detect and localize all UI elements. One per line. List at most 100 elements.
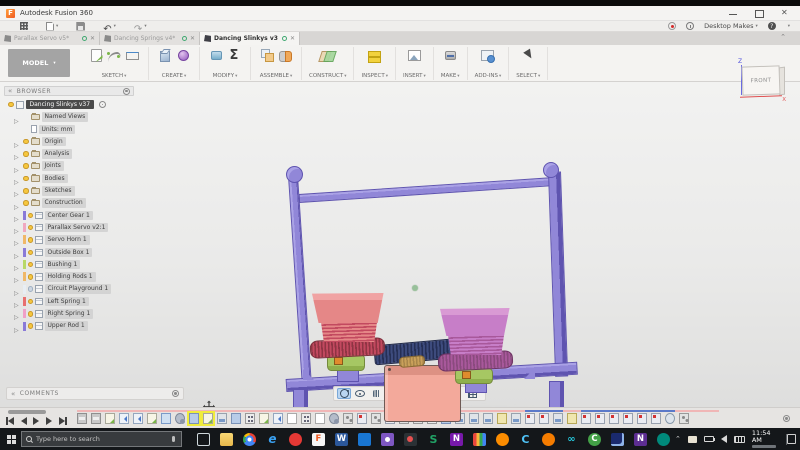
timeline-feature-icon[interactable]	[385, 413, 395, 424]
expand-arrow-icon[interactable]	[14, 317, 21, 336]
zoom-tool-icon[interactable]	[385, 388, 399, 399]
alert-app-icon[interactable]	[491, 428, 514, 450]
timeline-feature-icon[interactable]	[371, 413, 381, 424]
blue-app-icon[interactable]	[353, 428, 376, 450]
center-gear-rack[interactable]	[373, 339, 452, 366]
timeline-feature-icon[interactable]	[203, 413, 213, 424]
layout-grid-icon[interactable]	[446, 388, 463, 399]
form-icon[interactable]	[176, 48, 191, 63]
browser-item[interactable]: Joints	[14, 161, 134, 171]
visibility-bulb-icon[interactable]	[28, 311, 34, 317]
press-pull-icon[interactable]	[209, 48, 224, 63]
go-to-start-button[interactable]	[6, 416, 15, 426]
visibility-bulb-icon[interactable]	[28, 262, 34, 268]
visibility-bulb-icon[interactable]	[23, 176, 29, 182]
tray-clock[interactable]: 11:54 AM	[752, 430, 777, 448]
toolbar-group-label[interactable]: CONSTRUCT	[309, 73, 346, 79]
taskbar-search[interactable]: Type here to search	[21, 431, 182, 447]
timeline-feature-icon[interactable]	[273, 413, 283, 424]
image-icon[interactable]	[407, 48, 422, 63]
toolbar-group-label[interactable]: CREATE	[162, 73, 187, 79]
browser-item[interactable]: Sketches	[14, 186, 134, 196]
browser-item[interactable]: Named Views	[14, 112, 134, 122]
timeline-feature-icon[interactable]	[595, 413, 605, 424]
visibility-bulb-icon[interactable]	[28, 213, 34, 219]
stats-app-icon[interactable]	[606, 428, 629, 450]
task-view-icon[interactable]	[192, 428, 215, 450]
display-settings-icon[interactable]	[427, 388, 444, 399]
visibility-bulb-icon[interactable]	[23, 139, 29, 145]
look-at-tool-icon[interactable]	[353, 388, 367, 399]
toolbar-group-label[interactable]: ADD-INS	[475, 73, 502, 79]
timeline-zoom-slider[interactable]	[8, 410, 46, 414]
timeline-feature-icon[interactable]	[441, 413, 451, 424]
toolbar-group-label[interactable]: ASSEMBLE	[260, 73, 293, 79]
tray-folder-icon[interactable]	[688, 436, 697, 443]
red-app-icon[interactable]	[284, 428, 307, 450]
timeline-feature-icon[interactable]	[301, 413, 311, 424]
timeline-feature-icon[interactable]	[91, 413, 101, 424]
expand-arrow-icon[interactable]	[14, 108, 21, 127]
browser-item[interactable]: Construction	[14, 198, 134, 208]
component-icon[interactable]	[260, 48, 275, 63]
toolbar-group-label[interactable]: INSERT	[403, 73, 426, 79]
frame-right-brace[interactable]	[524, 368, 535, 379]
timeline-feature-icon[interactable]	[567, 413, 577, 424]
timeline-feature-icon[interactable]	[455, 413, 465, 424]
timeline-feature-icon[interactable]	[217, 413, 227, 424]
left-bushing[interactable]	[327, 354, 365, 371]
browser-item[interactable]: Left Spring 1	[14, 296, 134, 306]
timeline-feature-icon[interactable]	[77, 413, 87, 424]
close-tab-icon[interactable]	[190, 35, 195, 42]
sketch-pad-icon[interactable]	[89, 48, 104, 63]
chrome-icon[interactable]	[238, 428, 261, 450]
timeline-feature-icon[interactable]	[231, 413, 241, 424]
activate-component-radio[interactable]	[99, 101, 106, 108]
orbit-tool-icon[interactable]	[337, 388, 351, 399]
timeline-feature-icon[interactable]	[413, 413, 423, 424]
office-icon[interactable]	[468, 428, 491, 450]
browser-item[interactable]: Upper Rod 1	[14, 321, 134, 331]
visibility-bulb-icon[interactable]	[28, 286, 34, 292]
collapse-toolbar-chevron-icon[interactable]: ⌃	[780, 33, 786, 41]
timeline-feature-icon[interactable]	[161, 413, 171, 424]
teal-app-icon[interactable]	[652, 428, 675, 450]
play-button[interactable]	[32, 416, 41, 426]
timeline-feature-icon[interactable]	[651, 413, 661, 424]
help-icon[interactable]: ?	[768, 22, 776, 30]
word-icon[interactable]: W	[330, 428, 353, 450]
orange-app-icon[interactable]	[537, 428, 560, 450]
timeline-feature-icon[interactable]	[105, 413, 115, 424]
left-shaft[interactable]	[337, 369, 359, 382]
close-button[interactable]	[780, 9, 790, 18]
browser-item[interactable]: Circuit Playground 1	[14, 284, 134, 294]
step-forward-button[interactable]	[45, 416, 54, 426]
frame-left-cap[interactable]	[286, 166, 303, 183]
gear-icon[interactable]	[123, 88, 130, 95]
timeline-feature-icon[interactable]	[665, 413, 675, 424]
comments-panel[interactable]: COMMENTS	[6, 387, 184, 400]
close-tab-icon[interactable]	[90, 35, 95, 42]
document-tab[interactable]: Parallax Servo v5*	[0, 32, 100, 45]
timeline-feature-icon[interactable]	[343, 413, 353, 424]
browser-item[interactable]: Bushing 1	[14, 260, 134, 270]
timeline-feature-icon[interactable]	[679, 413, 689, 424]
browser-item[interactable]: Analysis	[14, 149, 134, 159]
fit-tool-icon[interactable]	[401, 388, 418, 399]
volume-icon[interactable]	[721, 435, 727, 443]
minimize-button[interactable]	[728, 9, 738, 18]
action-center-icon[interactable]	[786, 434, 796, 445]
timeline-feature-icon[interactable]	[329, 413, 339, 424]
browser-header[interactable]: BROWSER	[4, 86, 134, 96]
maximize-button[interactable]	[754, 9, 764, 18]
frame-left-post[interactable]	[288, 175, 312, 387]
app-grid-icon[interactable]	[20, 22, 28, 30]
browser-root-item[interactable]: Dancing Slinkys v37	[8, 99, 134, 110]
viewport[interactable]: BROWSER Dancing Slinkys v37 Named Views	[0, 82, 800, 407]
file-menu-button[interactable]: ▾	[46, 22, 58, 31]
save-button[interactable]	[76, 22, 85, 31]
measure-icon[interactable]	[367, 48, 382, 63]
left-spring-coils[interactable]	[319, 321, 379, 342]
visibility-bulb-icon[interactable]	[28, 299, 34, 305]
timeline-feature-icon[interactable]	[175, 413, 185, 424]
